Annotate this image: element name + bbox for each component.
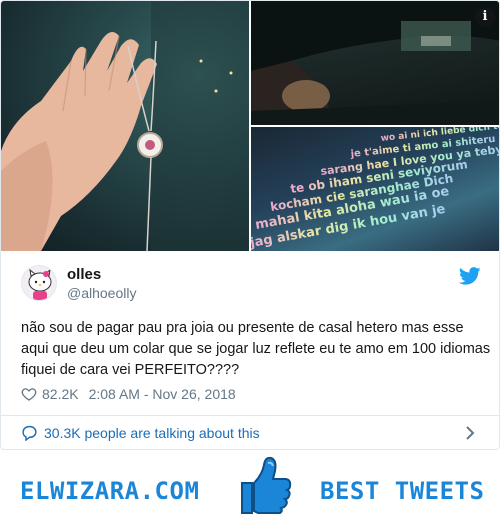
chevron-right-icon[interactable] [465, 426, 475, 440]
speech-bubble-icon [22, 425, 37, 441]
hand-necklace-illustration [1, 1, 249, 251]
talking-about-link[interactable]: 30.3K people are talking about this [21, 425, 260, 441]
photo-car-interior[interactable] [251, 1, 499, 125]
like-count[interactable]: 82.2K [42, 386, 79, 402]
tweet-meta: 82.2K 2:08 AM - Nov 26, 2018 [21, 385, 236, 403]
tweet-text: não sou de pagar pau pra joia ou present… [21, 320, 491, 378]
user-handle[interactable]: @alhoeolly [67, 285, 136, 301]
hello-kitty-avatar [28, 268, 52, 300]
tweet-card: wo ai ni ich liebe dich te amo je t'aime… [0, 0, 500, 450]
talking-about-label: 30.3K people are talking about this [44, 425, 260, 441]
tweet-media[interactable]: wo ai ni ich liebe dich te amo je t'aime… [1, 1, 499, 251]
photo-light-projection[interactable]: wo ai ni ich liebe dich te amo je t'aime… [251, 127, 499, 251]
brand-site-label: ELWIZARA.COM [20, 477, 200, 505]
twitter-bird-icon[interactable] [459, 267, 481, 285]
thumbs-up-icon [241, 456, 292, 514]
user-name[interactable]: olles [67, 266, 101, 283]
avatar[interactable] [21, 265, 57, 301]
info-icon[interactable]: i [475, 7, 495, 27]
brand-best-tweets-label: BEST TWEETS [320, 477, 485, 505]
heart-icon[interactable] [21, 386, 37, 402]
divider [1, 415, 499, 416]
timestamp[interactable]: 2:08 AM - Nov 26, 2018 [89, 386, 236, 402]
projection-illustration: wo ai ni ich liebe dich te amo je t'aime… [251, 127, 499, 251]
car-interior-illustration [251, 1, 499, 125]
photo-hand-necklace[interactable] [1, 1, 249, 251]
